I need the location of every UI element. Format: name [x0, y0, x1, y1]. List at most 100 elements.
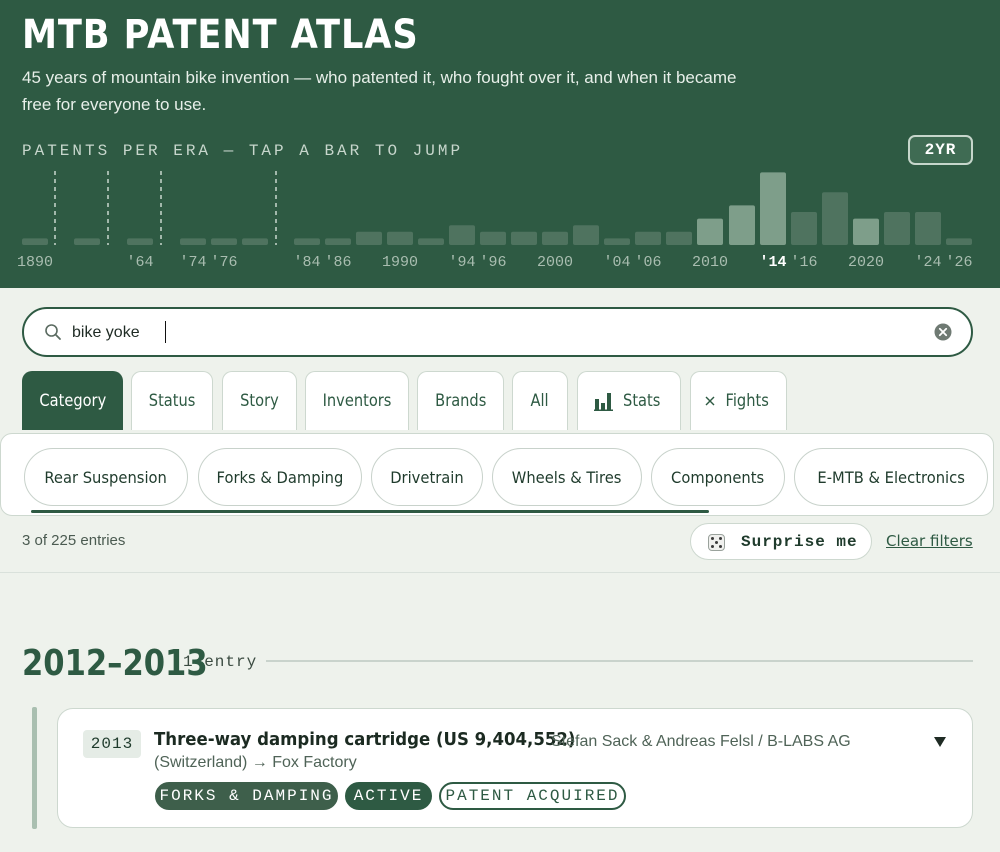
- entry-assignee: (Switzerland) → Fox Factory: [154, 754, 357, 771]
- chart-tick-label: '76: [210, 254, 237, 271]
- chart-bar[interactable]: [729, 205, 755, 245]
- tab-label: Fights: [725, 391, 770, 411]
- era-entry-count: 1 entry: [183, 653, 258, 671]
- tab-fights[interactable]: Fights: [690, 371, 787, 430]
- status-tag: ACTIVE: [345, 782, 432, 810]
- tab-story[interactable]: Story: [222, 371, 297, 430]
- tab-all[interactable]: All: [512, 371, 568, 430]
- chip-label: Components: [671, 467, 765, 487]
- chart-tick-label: '04: [603, 254, 630, 271]
- chart-bar[interactable]: [325, 238, 351, 245]
- chart-tick-label: '86: [324, 254, 351, 271]
- chart-tick-label: 2020: [848, 254, 884, 271]
- chart-bar[interactable]: [822, 192, 848, 245]
- expand-arrow-icon[interactable]: [934, 737, 946, 747]
- chart-bar[interactable]: [573, 225, 599, 245]
- category-chip-panel[interactable]: Rear Suspension Forks & Damping Drivetra…: [0, 433, 994, 516]
- search-input[interactable]: [72, 321, 922, 345]
- chart-bar[interactable]: [666, 231, 692, 245]
- chip-scrollbar[interactable]: [31, 510, 709, 513]
- crossed-swords-icon: [705, 396, 715, 406]
- chart-bar[interactable]: [697, 218, 723, 245]
- chart-bar[interactable]: [356, 231, 382, 245]
- clear-search-icon[interactable]: [934, 323, 952, 341]
- chart-label: PATENTS PER ERA — TAP A BAR TO JUMP: [22, 142, 464, 160]
- chip-wheels-tires[interactable]: Wheels & Tires: [492, 448, 642, 506]
- text-caret: [165, 321, 166, 343]
- chart-bar[interactable]: [127, 238, 153, 245]
- chart-tick-label: 2000: [537, 254, 573, 271]
- entry-count: 3 of 225 entries: [22, 532, 126, 549]
- tab-label: Brands: [434, 391, 487, 411]
- chip-drivetrain[interactable]: Drivetrain: [371, 448, 483, 506]
- chart-bar[interactable]: [449, 225, 475, 245]
- bar-chart-icon: [594, 393, 614, 411]
- chart-bar[interactable]: [74, 238, 100, 245]
- chip-label: Rear Suspension: [44, 467, 168, 487]
- tab-inventors[interactable]: Inventors: [305, 371, 409, 430]
- chart-bar[interactable]: [418, 238, 444, 245]
- chart-bar[interactable]: [760, 172, 786, 245]
- story-tag: PATENT ACQUIRED: [439, 782, 626, 810]
- timeline-bar: [32, 707, 37, 829]
- clear-filters-link[interactable]: Clear filters: [886, 532, 973, 550]
- tab-brands[interactable]: Brands: [417, 371, 504, 430]
- tab-label: Inventors: [322, 391, 392, 411]
- chart-bar[interactable]: [294, 238, 320, 245]
- chip-label: Forks & Damping: [216, 467, 344, 487]
- chart-tick-label: '74: [179, 254, 206, 271]
- search-box[interactable]: [22, 307, 973, 357]
- chart-tick-label: 1990: [382, 254, 418, 271]
- era-rule: [266, 660, 973, 662]
- chart-tick-label: '14: [759, 254, 786, 271]
- entry-title: Three-way damping cartridge (US 9,404,55…: [154, 729, 576, 750]
- category-tag: FORKS & DAMPING: [155, 782, 338, 810]
- app-subtitle: 45 years of mountain bike invention — wh…: [22, 68, 737, 114]
- chip-forks-damping[interactable]: Forks & Damping: [198, 448, 362, 506]
- chart-bar[interactable]: [480, 231, 506, 245]
- tab-label: Stats: [623, 391, 661, 411]
- chart-bar[interactable]: [604, 238, 630, 245]
- chart-tick-label: '06: [634, 254, 661, 271]
- chart-tick-label: '24: [914, 254, 941, 271]
- chart-tick-label: 2010: [692, 254, 728, 271]
- tab-label: Status: [148, 391, 196, 411]
- chart-bar[interactable]: [635, 231, 661, 245]
- patent-entry-card[interactable]: 2013 Three-way damping cartridge (US 9,4…: [57, 708, 973, 828]
- tab-status[interactable]: Status: [131, 371, 213, 430]
- chart-bar[interactable]: [180, 238, 206, 245]
- year-badge: 2013: [83, 730, 141, 758]
- chart-bar[interactable]: [542, 231, 568, 245]
- chip-e-mtb-electronics[interactable]: E-MTB & Electronics: [794, 448, 988, 506]
- surprise-me-button[interactable]: Surprise me: [690, 523, 872, 560]
- chart-bar[interactable]: [242, 238, 268, 245]
- chart-bar[interactable]: [22, 238, 48, 245]
- tab-label: Story: [240, 391, 279, 411]
- chart-bar[interactable]: [387, 231, 413, 245]
- app-title: MTB PATENT ATLAS: [22, 12, 419, 58]
- chip-label: E-MTB & Electronics: [817, 467, 965, 487]
- chart-bar[interactable]: [853, 218, 879, 245]
- chip-components[interactable]: Components: [651, 448, 785, 506]
- chart-tick-label: '84: [293, 254, 320, 271]
- chart-bar[interactable]: [791, 212, 817, 245]
- patents-per-era-chart[interactable]: 1890 '64 '74'76 '84'86 1990 '94'96 2000 '04'06 2…: [0, 165, 1000, 275]
- chart-bar[interactable]: [915, 212, 941, 245]
- section-divider: [0, 572, 1000, 573]
- entry-title-row: Three-way damping cartridge (US 9,404,55…: [154, 729, 612, 750]
- tab-label: All: [530, 391, 550, 411]
- interval-toggle-button[interactable]: 2YR: [908, 135, 973, 165]
- entry-inventors: Stefan Sack & Andreas Felsl / B-LABS AG: [551, 733, 851, 750]
- chart-bar[interactable]: [884, 212, 910, 245]
- chart-bar[interactable]: [946, 238, 972, 245]
- chart-bar[interactable]: [211, 238, 237, 245]
- tab-stats[interactable]: Stats: [577, 371, 681, 430]
- tab-label: Category: [39, 391, 106, 411]
- chart-tick-label: '94: [448, 254, 475, 271]
- tab-category[interactable]: Category: [22, 371, 123, 430]
- chip-label: Wheels & Tires: [512, 467, 622, 487]
- chip-rear-suspension[interactable]: Rear Suspension: [24, 448, 188, 506]
- chart-bar[interactable]: [511, 231, 537, 245]
- chart-tick-label: '64: [126, 254, 153, 271]
- chart-tick-label: '26: [945, 254, 972, 271]
